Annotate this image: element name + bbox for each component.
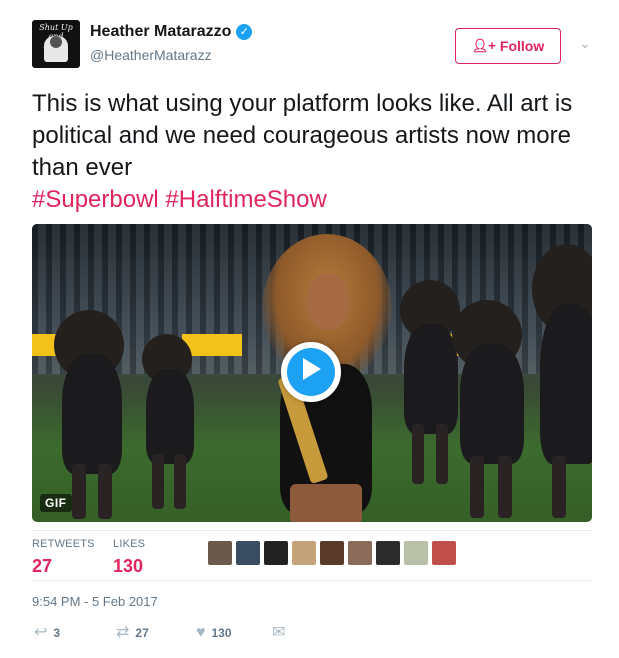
liker-avatar[interactable] xyxy=(404,541,428,565)
retweets-count: 27 xyxy=(32,556,53,576)
liker-avatar[interactable] xyxy=(376,541,400,565)
tweet-card: Shut Up and Listen Heather Matarazzo ✓ @… xyxy=(0,0,619,658)
tweet-text: This is what using your platform looks l… xyxy=(32,88,592,216)
divider xyxy=(32,580,592,581)
likes-stat[interactable]: LIKES 130 xyxy=(113,538,145,577)
retweet-count: 27 xyxy=(135,626,149,640)
dancer xyxy=(62,354,122,474)
retweet-icon: ⇄ xyxy=(116,624,130,641)
like-button[interactable]: ♥ 130 xyxy=(196,625,232,641)
liker-avatar[interactable] xyxy=(348,541,372,565)
retweet-button[interactable]: ⇄ 27 xyxy=(116,625,149,641)
follow-button-label: Follow xyxy=(499,38,545,54)
timestamp[interactable]: 9:54 PM - 5 Feb 2017 xyxy=(32,594,158,609)
heart-icon: ♥ xyxy=(196,624,206,641)
liker-avatar[interactable] xyxy=(292,541,316,565)
author-handle[interactable]: @HeatherMatarazz xyxy=(90,47,212,63)
likes-label: LIKES xyxy=(113,538,146,550)
hashtag-list: #Superbowl #HalftimeShow xyxy=(32,186,327,213)
dancer-leg xyxy=(498,456,512,518)
media-gif[interactable]: GIF xyxy=(32,224,592,522)
hashtag-halftimeshow[interactable]: #HalftimeShow xyxy=(165,186,326,213)
retweets-stat[interactable]: RETWEETS 27 xyxy=(32,538,95,577)
dancer-leg xyxy=(412,424,424,484)
verified-icon: ✓ xyxy=(236,24,253,40)
tweet-body: This is what using your platform looks l… xyxy=(32,90,573,181)
dancer-leg xyxy=(174,454,186,509)
hashtag-superbowl[interactable]: #Superbowl xyxy=(32,186,159,213)
divider xyxy=(32,530,592,531)
avatar-figure-head xyxy=(50,36,62,48)
dancer-leg xyxy=(552,456,566,518)
liker-avatar[interactable] xyxy=(320,541,344,565)
author-name-row[interactable]: Heather Matarazzo ✓ xyxy=(90,23,253,41)
reply-count: 3 xyxy=(53,626,61,640)
dancer-leg xyxy=(470,456,484,518)
performer-face xyxy=(307,274,349,330)
dancer-leg xyxy=(72,464,86,519)
dancer xyxy=(404,324,458,434)
liker-avatar[interactable] xyxy=(208,541,232,565)
avatar[interactable]: Shut Up and Listen xyxy=(32,20,80,68)
retweets-label: RETWEETS xyxy=(32,538,95,550)
liker-avatar[interactable] xyxy=(432,541,456,565)
liker-avatars xyxy=(208,541,456,565)
author-name[interactable]: Heather Matarazzo xyxy=(90,23,231,41)
follow-button[interactable]: 👤︎+ Follow xyxy=(455,28,561,64)
likes-count: 130 xyxy=(113,556,144,576)
liker-avatar[interactable] xyxy=(264,541,288,565)
performer-legs xyxy=(290,484,362,522)
reply-icon: ↩ xyxy=(34,624,48,641)
play-button[interactable] xyxy=(281,342,341,402)
dancer xyxy=(460,344,524,464)
chevron-down-icon[interactable]: ⌄ xyxy=(578,36,592,50)
play-icon xyxy=(303,358,321,380)
dancer xyxy=(540,304,592,464)
direct-message-icon: ✉ xyxy=(272,624,286,641)
add-user-icon: 👤︎+ xyxy=(471,38,496,53)
gif-badge: GIF xyxy=(40,494,72,512)
dancer-leg xyxy=(436,424,448,484)
liker-avatar[interactable] xyxy=(236,541,260,565)
like-count: 130 xyxy=(211,626,232,640)
dancer-leg xyxy=(98,464,112,519)
message-button[interactable]: ✉ xyxy=(272,625,285,641)
dancer xyxy=(146,369,194,464)
reply-button[interactable]: ↩ 3 xyxy=(34,625,60,641)
dancer-leg xyxy=(152,454,164,509)
